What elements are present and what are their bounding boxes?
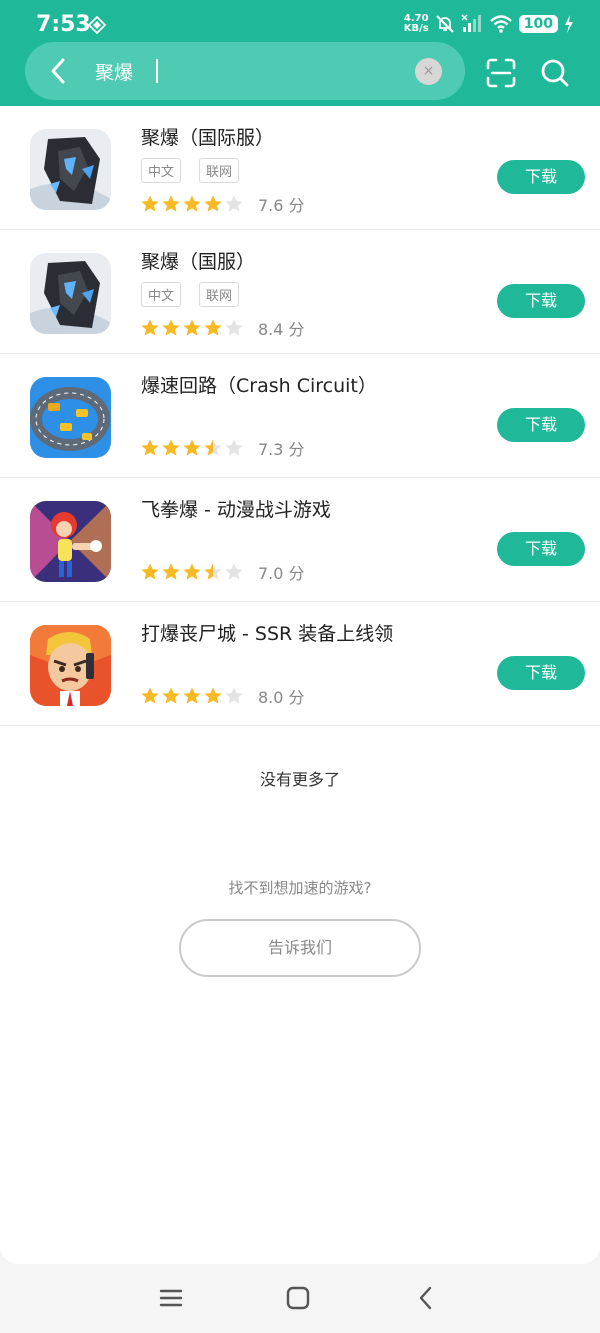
app-title[interactable]: 聚爆（国际服） <box>141 123 274 150</box>
list-item[interactable]: 聚爆（国服） 中文 联网 8.4 分 下载 <box>0 230 600 354</box>
list-item[interactable]: 爆速回路（Crash Circuit） 7.3 分 下载 <box>0 354 600 478</box>
star-empty-icon <box>225 439 243 456</box>
search-results: 聚爆（国际服） 中文 联网 7.6 分 下载 聚爆（国服） 中文 联网 8.4 … <box>0 106 600 1264</box>
no-more-text: 没有更多了 <box>259 770 340 789</box>
tag-online: 联网 <box>199 282 240 307</box>
tag-chinese: 中文 <box>141 158 182 183</box>
star-full-icon <box>141 319 159 336</box>
star-full-icon <box>204 687 222 704</box>
star-half-icon <box>204 439 222 456</box>
scan-icon[interactable] <box>485 57 517 89</box>
star-full-icon <box>183 195 201 212</box>
rating-score: 7.0 分 <box>258 564 305 583</box>
rating: 7.3 分 <box>140 436 305 460</box>
app-title[interactable]: 爆速回路（Crash Circuit） <box>141 371 377 398</box>
download-button[interactable]: 下载 <box>497 532 585 566</box>
app-icon-implosion <box>30 253 111 334</box>
star-full-icon <box>141 563 159 580</box>
signal-icon <box>461 14 481 32</box>
rating: 8.4 分 <box>140 316 305 340</box>
status-bar: 7:53 4.70 KB/s 100 <box>0 0 600 44</box>
star-full-icon <box>183 319 201 336</box>
star-empty-icon <box>225 687 243 704</box>
system-nav-bar <box>0 1264 600 1333</box>
star-full-icon <box>204 195 222 212</box>
app-icon-implosion <box>30 129 111 210</box>
star-full-icon <box>141 439 159 456</box>
network-speed-unit: KB/s <box>403 23 429 34</box>
rating-stars <box>140 686 245 706</box>
tag-chinese: 中文 <box>141 282 182 307</box>
rating-score: 7.6 分 <box>258 196 305 215</box>
tag-online: 联网 <box>199 158 240 183</box>
search-bar: × <box>25 42 465 100</box>
star-full-icon <box>183 439 201 456</box>
download-button[interactable]: 下载 <box>497 656 585 690</box>
search-input[interactable] <box>95 55 415 87</box>
rating: 7.6 分 <box>140 192 305 216</box>
rating-score: 8.4 分 <box>258 320 305 339</box>
wifi-icon <box>489 15 512 33</box>
rating: 7.0 分 <box>140 560 305 584</box>
status-time: 7:53 <box>36 12 91 37</box>
vpn-icon <box>88 16 106 34</box>
star-full-icon <box>162 319 180 336</box>
app-icon-flying-fist <box>30 501 111 582</box>
rating-stars <box>140 562 245 582</box>
menu-icon[interactable] <box>157 1284 185 1312</box>
star-full-icon <box>162 687 180 704</box>
chevron-left-icon[interactable] <box>43 55 75 87</box>
mute-bell-icon <box>436 15 454 33</box>
search-icon[interactable] <box>540 58 570 88</box>
home-icon[interactable] <box>284 1284 312 1312</box>
list-item[interactable]: 飞拳爆 - 动漫战斗游戏 7.0 分 下载 <box>0 478 600 602</box>
rating-stars <box>140 438 245 458</box>
download-button[interactable]: 下载 <box>497 284 585 318</box>
star-empty-icon <box>225 319 243 336</box>
status-indicators: 4.70 KB/s 100 <box>404 12 574 36</box>
rating-stars <box>140 194 245 214</box>
list-item[interactable]: 聚爆（国际服） 中文 联网 7.6 分 下载 <box>0 106 600 230</box>
star-full-icon <box>183 687 201 704</box>
app-title[interactable]: 打爆丧尸城 - SSR 装备上线领 <box>141 619 393 646</box>
star-full-icon <box>183 563 201 580</box>
cant-find-text: 找不到想加速的游戏? <box>228 879 372 897</box>
rating: 8.0 分 <box>140 684 305 708</box>
rating-score: 7.3 分 <box>258 440 305 459</box>
network-speed: 4.70 KB/s <box>404 14 429 34</box>
charging-icon <box>565 15 573 33</box>
star-full-icon <box>162 439 180 456</box>
app-icon-zombie-city <box>30 625 111 706</box>
star-empty-icon <box>225 195 243 212</box>
battery-level: 100 <box>518 15 558 33</box>
app-icon-crash-circuit <box>30 377 111 458</box>
list-item[interactable]: 打爆丧尸城 - SSR 装备上线领 8.0 分 下载 <box>0 602 600 726</box>
clear-search-button[interactable]: × <box>415 58 442 85</box>
rating-score: 8.0 分 <box>258 688 305 707</box>
app-tags: 中文 联网 <box>141 158 240 183</box>
star-full-icon <box>162 563 180 580</box>
app-header: 7:53 4.70 KB/s 100 聚爆 × <box>0 0 600 106</box>
star-empty-icon <box>225 563 243 580</box>
tell-us-button[interactable]: 告诉我们 <box>179 919 421 977</box>
star-full-icon <box>162 195 180 212</box>
app-title[interactable]: 飞拳爆 - 动漫战斗游戏 <box>141 495 331 522</box>
app-tags: 中文 联网 <box>141 282 240 307</box>
star-full-icon <box>204 319 222 336</box>
app-title[interactable]: 聚爆（国服） <box>141 247 255 274</box>
text-caret <box>156 59 158 83</box>
star-full-icon <box>141 195 159 212</box>
download-button[interactable]: 下载 <box>497 160 585 194</box>
star-full-icon <box>141 687 159 704</box>
star-half-icon <box>204 563 222 580</box>
download-button[interactable]: 下载 <box>497 408 585 442</box>
back-icon[interactable] <box>412 1284 440 1312</box>
rating-stars <box>140 318 245 338</box>
